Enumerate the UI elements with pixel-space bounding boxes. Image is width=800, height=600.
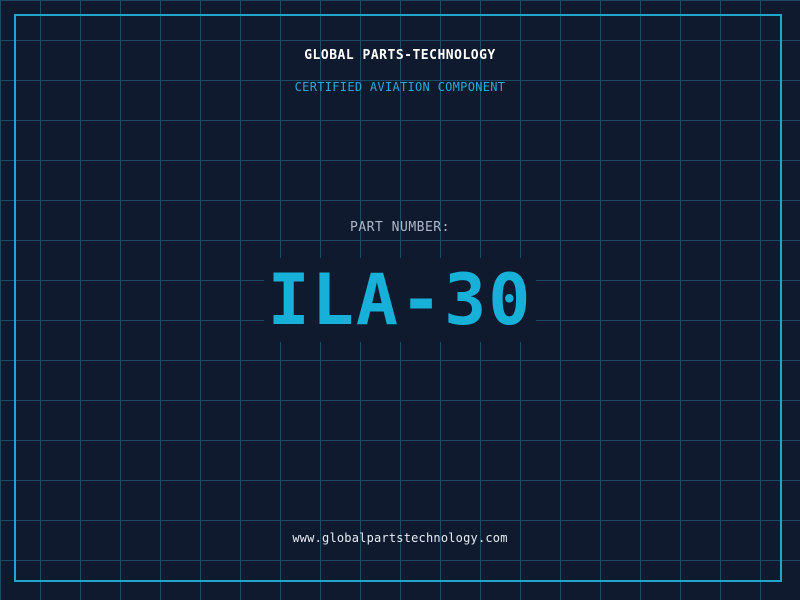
part-number-value: ILA-30 [263,258,537,342]
certification-subtitle: CERTIFIED AVIATION COMPONENT [294,80,506,94]
part-number-value-container: ILA-30 [0,258,800,342]
part-number-label: PART NUMBER: [350,220,450,235]
website-url: www.globalpartstechnology.com [292,531,508,545]
part-card: GLOBAL PARTS-TECHNOLOGY CERTIFIED AVIATI… [0,0,800,600]
company-name: GLOBAL PARTS-TECHNOLOGY [304,48,496,63]
